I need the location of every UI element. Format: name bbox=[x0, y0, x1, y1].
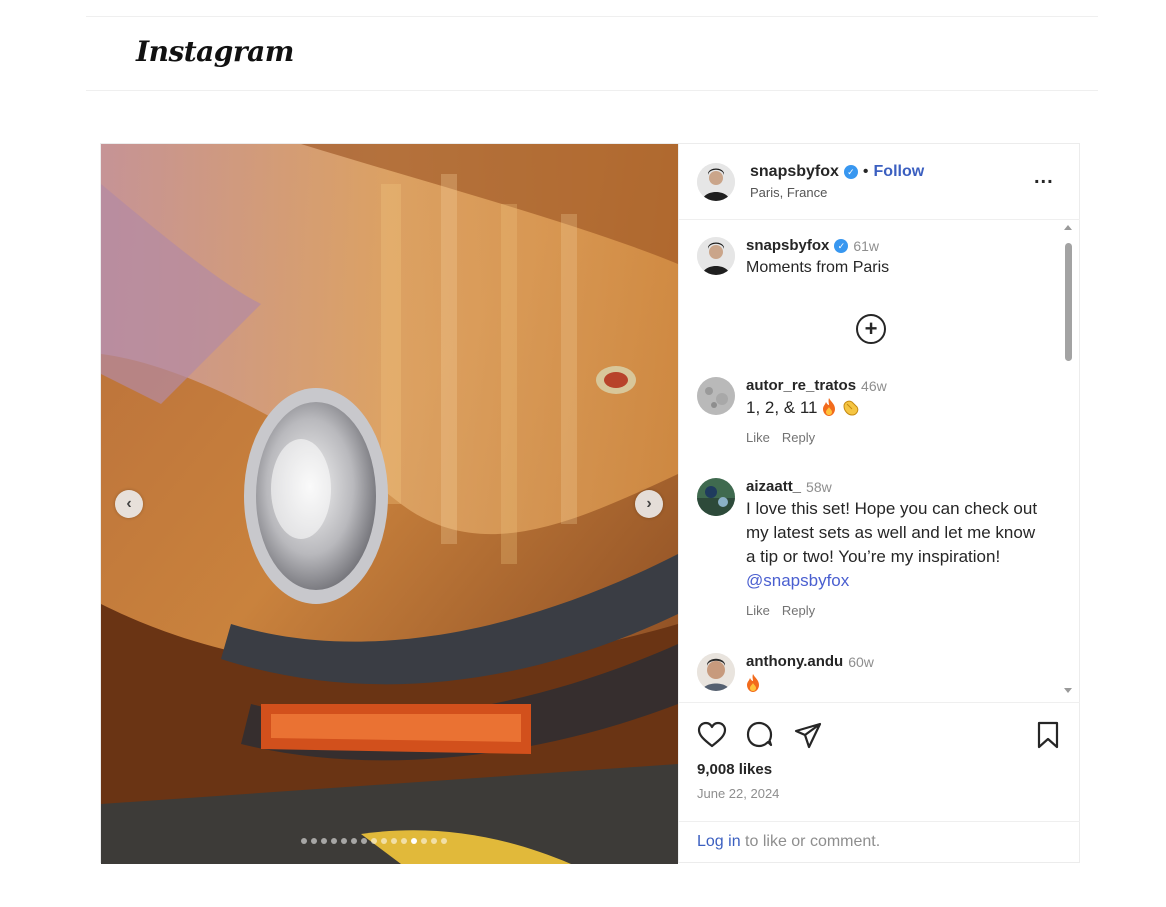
reply-comment-button[interactable]: Reply bbox=[782, 430, 815, 445]
comment-time: 58w bbox=[806, 478, 832, 495]
scrollbar-thumb[interactable] bbox=[1065, 243, 1072, 361]
carousel-dot bbox=[341, 838, 347, 844]
comment-time: 46w bbox=[861, 377, 887, 394]
login-prompt: Log in to like or comment. bbox=[679, 821, 1080, 862]
login-link[interactable]: Log in bbox=[697, 833, 741, 850]
carousel-dot bbox=[381, 838, 387, 844]
carousel-dot bbox=[421, 838, 427, 844]
carousel-dot bbox=[361, 838, 367, 844]
reply-comment-button[interactable]: Reply bbox=[782, 603, 815, 618]
post-location[interactable]: Paris, France bbox=[750, 185, 827, 200]
login-prompt-text: to like or comment. bbox=[740, 833, 881, 850]
post-header: snapsbyfox ✓ • Follow Paris, France ... bbox=[679, 144, 1080, 220]
carousel-dot bbox=[331, 838, 337, 844]
commenter-username[interactable]: autor_re_tratos bbox=[746, 377, 856, 394]
carousel-dot bbox=[301, 838, 307, 844]
likes-count[interactable]: 9,008 likes bbox=[697, 761, 772, 778]
load-more-comments-button[interactable]: + bbox=[856, 314, 886, 344]
carousel-dot bbox=[311, 838, 317, 844]
carousel-indicator bbox=[301, 838, 447, 844]
chevron-left-icon: ‹ bbox=[126, 495, 132, 512]
chevron-right-icon: › bbox=[646, 495, 652, 512]
dot-separator: • bbox=[862, 163, 869, 180]
verified-badge-icon: ✓ bbox=[834, 238, 849, 253]
author-username[interactable]: snapsbyfox bbox=[750, 163, 839, 181]
carousel-dot bbox=[411, 838, 417, 844]
commenter-avatar[interactable] bbox=[697, 377, 735, 415]
fire-emoji-icon bbox=[823, 398, 836, 416]
caption-time: 61w bbox=[853, 237, 880, 254]
post-actions-area: 9,008 likes June 22, 2024 Log in to like… bbox=[679, 702, 1080, 862]
author-avatar[interactable] bbox=[697, 163, 735, 201]
commenter-username[interactable]: anthony.andu bbox=[746, 653, 843, 670]
previous-slide-button[interactable]: ‹ bbox=[115, 490, 143, 518]
next-slide-button[interactable]: › bbox=[635, 490, 663, 518]
plus-icon: + bbox=[864, 316, 878, 341]
save-bookmark-icon[interactable] bbox=[1033, 720, 1063, 750]
mention-link[interactable]: @snapsbyfox bbox=[746, 571, 849, 590]
scroll-down-arrow-icon[interactable] bbox=[1064, 688, 1072, 693]
comments-scrollbar[interactable] bbox=[1062, 225, 1074, 695]
carousel-dot bbox=[351, 838, 357, 844]
like-heart-icon[interactable] bbox=[697, 720, 727, 750]
commenter-avatar[interactable] bbox=[697, 653, 735, 691]
carousel-dot bbox=[371, 838, 377, 844]
comment-text: I love this set! Hope you can check out … bbox=[746, 499, 1038, 566]
caption-username[interactable]: snapsbyfox bbox=[746, 237, 829, 254]
instagram-logo[interactable]: Instagram bbox=[136, 35, 294, 68]
comment-text: 1, 2, & 11 bbox=[746, 398, 818, 417]
comment-time: 60w bbox=[848, 653, 874, 670]
verified-badge-icon: ✓ bbox=[843, 165, 858, 179]
post-card: ‹ › snapsbyfox ✓ • Follow Paris, France … bbox=[100, 143, 1080, 864]
post-side-panel: snapsbyfox ✓ • Follow Paris, France ... … bbox=[678, 144, 1080, 862]
more-options-button[interactable]: ... bbox=[1034, 166, 1054, 189]
fire-emoji-icon bbox=[747, 674, 759, 692]
post-date: June 22, 2024 bbox=[697, 786, 780, 801]
carousel-dot bbox=[321, 838, 327, 844]
carousel-dot bbox=[431, 838, 437, 844]
share-send-icon[interactable] bbox=[793, 720, 823, 750]
follow-button[interactable]: Follow bbox=[874, 163, 925, 181]
scroll-up-arrow-icon[interactable] bbox=[1064, 225, 1072, 230]
clapping-hands-emoji-icon bbox=[843, 400, 859, 416]
car-photo bbox=[101, 144, 678, 864]
commenter-avatar[interactable] bbox=[697, 478, 735, 516]
caption-text: Moments from Paris bbox=[746, 259, 890, 276]
comment-bubble-icon[interactable] bbox=[745, 720, 775, 750]
site-header: Instagram bbox=[86, 17, 1098, 91]
like-comment-button[interactable]: Like bbox=[746, 603, 770, 618]
caption-avatar[interactable] bbox=[697, 237, 735, 275]
commenter-username[interactable]: aizaatt_ bbox=[746, 478, 801, 495]
comments-section[interactable]: snapsbyfox ✓ 61w Moments from Paris + au bbox=[679, 221, 1080, 701]
carousel-dot bbox=[391, 838, 397, 844]
carousel-dot bbox=[441, 838, 447, 844]
carousel-dot bbox=[401, 838, 407, 844]
post-media: ‹ › bbox=[101, 144, 678, 864]
like-comment-button[interactable]: Like bbox=[746, 430, 770, 445]
